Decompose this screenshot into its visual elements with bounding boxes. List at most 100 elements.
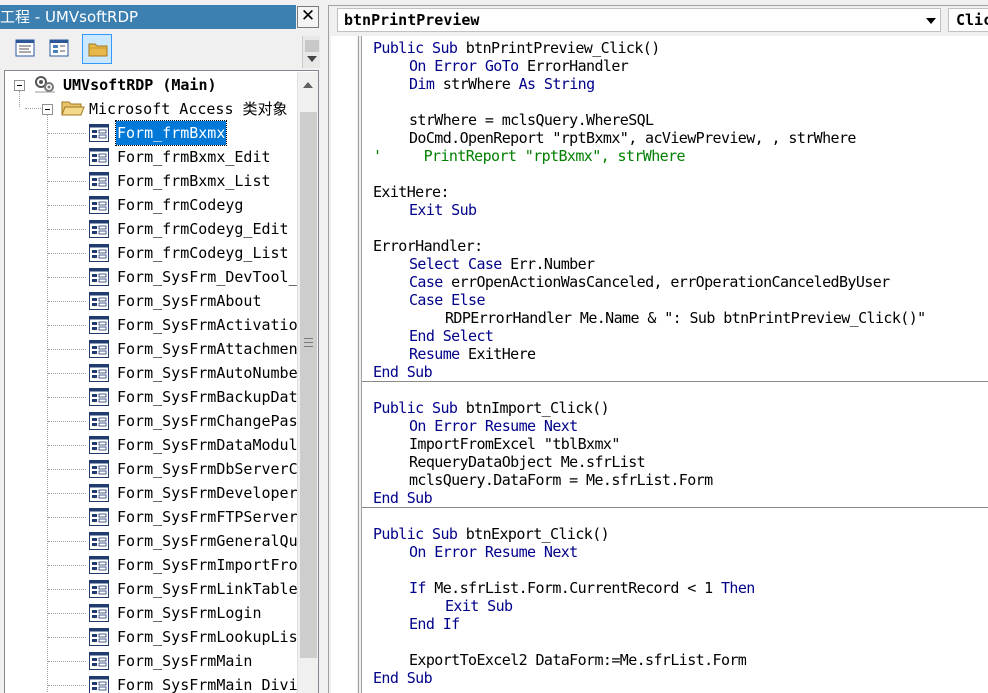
code-line[interactable]: End Sub xyxy=(373,669,433,687)
code-line[interactable]: ErrorHandler: xyxy=(373,237,483,255)
tree-item-label: Form_SysFrmLogin xyxy=(117,604,262,622)
tree-item[interactable]: Form_frmCodeyg xyxy=(5,193,305,217)
tree-item[interactable]: Form_SysFrmImportFro xyxy=(5,553,305,577)
code-margin[interactable] xyxy=(331,36,357,693)
project-root-label[interactable]: UMVsoftRDP (Main) xyxy=(63,73,217,97)
code-line[interactable]: End Sub xyxy=(373,489,433,507)
procedure-dropdown[interactable]: Click xyxy=(948,8,988,32)
code-line[interactable]: On Error Resume Next xyxy=(409,417,578,435)
code-line[interactable]: Case Else xyxy=(409,291,485,309)
procedure-separator xyxy=(362,507,988,508)
tree-item-label: Form_SysFrmAutoNumbe xyxy=(117,364,298,382)
tree-item-label: Form_SysFrmDataModul xyxy=(117,436,298,454)
tree-item[interactable]: Form_SysFrm_DevTool_ xyxy=(5,265,305,289)
code-line[interactable]: DoCmd.OpenReport "rptBxmx", acViewPrevie… xyxy=(409,129,856,147)
tree-item[interactable]: Form_SysFrmGeneralQu xyxy=(5,529,305,553)
folder-label[interactable]: Microsoft Access 类对象 xyxy=(89,97,288,121)
tree-item[interactable]: Form_frmBxmx_Edit xyxy=(5,145,305,169)
collapse-root-toggle[interactable] xyxy=(14,80,25,91)
tree-item[interactable]: Form_SysFrmAbout xyxy=(5,289,305,313)
code-line[interactable]: End Select xyxy=(409,327,494,345)
tree-item-label: Form_SysFrmDeveloper xyxy=(117,484,298,502)
tree-item[interactable]: Form_SysFrmDataModul xyxy=(5,433,305,457)
code-line[interactable]: Exit Sub xyxy=(445,597,513,615)
tree-item[interactable]: Form_SysFrmLinkTable xyxy=(5,577,305,601)
tree-item-label: Form_SysFrmGeneralQu xyxy=(117,532,298,550)
tree-item[interactable]: Form_SysFrmLogin xyxy=(5,601,305,625)
tree-item[interactable]: Form_SysFrmAutoNumbe xyxy=(5,361,305,385)
code-line[interactable]: strWhere = mclsQuery.WhereSQL xyxy=(409,111,654,129)
tree-item-label: Form_frmCodeyg_List xyxy=(117,244,289,262)
code-line[interactable]: On Error GoTo ErrorHandler xyxy=(409,57,629,75)
tree-scrollbar[interactable] xyxy=(297,72,318,693)
view-object-icon xyxy=(49,39,69,57)
tree-item-label: Form_SysFrmLookupLis xyxy=(117,628,298,646)
folder-icon xyxy=(88,43,108,57)
tree-item-label: Form_SysFrmImportFro xyxy=(117,556,298,574)
close-button[interactable]: ✕ xyxy=(297,6,319,28)
tree-item[interactable]: Form_SysFrmActivatio xyxy=(5,313,305,337)
tree-item[interactable]: Form_SysFrmMain xyxy=(5,649,305,673)
code-line[interactable]: On Error Resume Next xyxy=(409,543,578,561)
code-line[interactable]: Exit Sub xyxy=(409,201,477,219)
project-tree: UMVsoftRDP (Main) Microsoft Access 类对象 F… xyxy=(4,70,319,693)
scroll-thumb[interactable] xyxy=(300,112,317,658)
code-line[interactable]: Resume ExitHere xyxy=(409,345,536,363)
tree-item-label: Form_SysFrmActivatio xyxy=(117,316,298,334)
tree-item[interactable]: Form_frmCodeyg_Edit xyxy=(5,217,305,241)
tree-item[interactable]: Form_SysFrmMain_Divi xyxy=(5,673,305,693)
view-code-button[interactable] xyxy=(10,34,40,64)
tree-item-label: Form_SysFrm_DevTool_ xyxy=(117,268,298,286)
code-line[interactable]: ImportFromExcel "tblBxmx" xyxy=(409,435,620,453)
code-editor[interactable]: Public Sub btnPrintPreview_Click() On Err… xyxy=(362,36,988,693)
tree-item-label: Form_frmBxmx xyxy=(114,120,228,146)
tree-item[interactable]: Form_SysFrmLookupLis xyxy=(5,625,305,649)
tree-item[interactable]: Form_SysFrmFTPServer xyxy=(5,505,305,529)
code-line[interactable]: Dim strWhere As String xyxy=(409,75,595,93)
tree-item-label: Form_frmBxmx_List xyxy=(117,172,271,190)
tree-item-label: Form_SysFrmAbout xyxy=(117,292,262,310)
chevron-down-icon[interactable] xyxy=(926,18,936,24)
code-line[interactable]: If Me.sfrList.Form.CurrentRecord < 1 The… xyxy=(409,579,755,597)
tree-item[interactable]: Form_SysFrmDeveloper xyxy=(5,481,305,505)
tree-item-label: Form_SysFrmBackupDat xyxy=(117,388,298,406)
tree-item-label: Form_frmCodeyg_Edit xyxy=(117,220,289,238)
tree-item[interactable]: Form_frmBxmx_List xyxy=(5,169,305,193)
tree-item[interactable]: Form_frmCodeyg_List xyxy=(5,241,305,265)
tree-item-label: Form_SysFrmFTPServer xyxy=(117,508,298,526)
code-window: btnPrintPreview Click Public Sub btnPrin… xyxy=(328,0,988,693)
project-toolbar xyxy=(2,32,320,68)
code-line[interactable]: mclsQuery.DataForm = Me.sfrList.Form xyxy=(409,471,713,489)
tree-item[interactable]: Form_frmBxmx xyxy=(5,120,305,146)
scroll-up-arrow-icon[interactable] xyxy=(303,82,313,88)
tree-item-label: Form_frmBxmx_Edit xyxy=(117,148,271,166)
code-line[interactable]: End Sub xyxy=(373,363,433,381)
code-line[interactable]: ' PrintReport "rptBxmx", strWhere xyxy=(373,147,686,165)
object-dropdown[interactable]: btnPrintPreview xyxy=(337,8,941,32)
code-line[interactable]: Select Case Err.Number xyxy=(409,255,595,273)
tree-item-label: Form_SysFrmMain_Divi xyxy=(117,676,298,693)
code-line[interactable]: Public Sub btnImport_Click() xyxy=(373,399,610,417)
code-line[interactable]: Case errOpenActionWasCanceled, errOperat… xyxy=(409,273,890,291)
tree-item[interactable]: Form_SysFrmAttachmen xyxy=(5,337,305,361)
tree-item[interactable]: Form_SysFrmBackupDat xyxy=(5,385,305,409)
project-root-icon xyxy=(35,76,55,93)
toggle-folders-button[interactable] xyxy=(82,34,112,64)
view-object-button[interactable] xyxy=(44,34,74,64)
tree-item[interactable]: Form_SysFrmDbServerC xyxy=(5,457,305,481)
tree-item[interactable]: Form_SysFrmChangePas xyxy=(5,409,305,433)
code-line[interactable]: End If xyxy=(409,615,460,633)
code-line[interactable]: RequeryDataObject Me.sfrList xyxy=(409,453,646,471)
project-explorer: 工程 - UMVsoftRDP ✕ UMVsoftRDP (Main) Micr… xyxy=(0,0,322,693)
project-title: 工程 - UMVsoftRDP xyxy=(0,8,139,26)
code-line[interactable]: ExportToExcel2 DataForm:=Me.sfrList.Form xyxy=(409,651,747,669)
tree-item-label: Form_SysFrmMain xyxy=(117,652,253,670)
code-line[interactable]: Public Sub btnPrintPreview_Click() xyxy=(373,39,660,57)
code-line[interactable]: Public Sub btnExport_Click() xyxy=(373,525,610,543)
collapse-folder-toggle[interactable] xyxy=(42,104,53,115)
toolbar-scroll-button[interactable] xyxy=(302,36,320,68)
code-line[interactable]: RDPErrorHandler Me.Name & ": Sub btnPrin… xyxy=(445,309,926,327)
tree-item-label: Form_SysFrmAttachmen xyxy=(117,340,298,358)
code-line[interactable]: ExitHere: xyxy=(373,183,449,201)
view-code-icon xyxy=(15,39,35,57)
